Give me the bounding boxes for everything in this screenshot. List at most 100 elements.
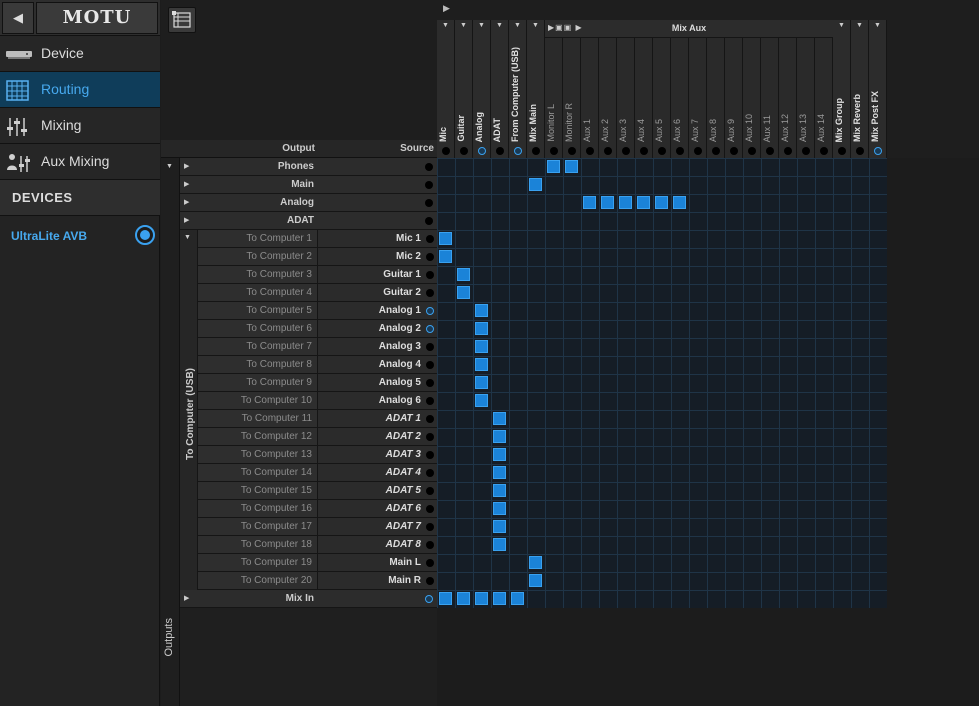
output-group-row[interactable]: ▶ ADAT <box>180 212 437 230</box>
source-channel-label[interactable]: ADAT 7 <box>318 518 437 535</box>
expand-arrow-icon[interactable]: ▶ <box>184 216 189 224</box>
column-menu-arrow-icon[interactable]: ▼ <box>856 22 863 29</box>
route-cell-active[interactable] <box>583 196 596 209</box>
column-header[interactable]: ▼ Mix Post FX <box>869 20 887 158</box>
source-channel-label[interactable]: ADAT 6 <box>318 500 437 517</box>
channel-row[interactable]: To Computer 17 ADAT 7 <box>198 518 437 536</box>
route-cell-active[interactable] <box>475 322 488 335</box>
source-channel-label[interactable]: Main L <box>318 554 437 571</box>
source-channel-label[interactable]: Main R <box>318 572 437 589</box>
source-channel-label[interactable]: Analog 3 <box>318 338 437 355</box>
output-group-row[interactable]: ▶ Phones <box>180 158 437 176</box>
column-menu-arrow-icon[interactable]: ▼ <box>514 22 521 29</box>
collapse-arrow-icon[interactable]: ▼ <box>166 163 173 170</box>
route-cell-active[interactable] <box>457 268 470 281</box>
channel-row[interactable]: To Computer 11 ADAT 1 <box>198 410 437 428</box>
route-cell-active[interactable] <box>565 160 578 173</box>
route-cell-active[interactable] <box>439 232 452 245</box>
route-cell-active[interactable] <box>475 592 488 605</box>
expand-arrow-icon[interactable]: ▶ <box>184 198 189 206</box>
column-header[interactable]: Aux 5 <box>653 38 671 158</box>
source-channel-label[interactable]: ADAT 1 <box>318 410 437 427</box>
column-header[interactable]: ▼ Mix Group <box>833 20 851 158</box>
channel-row[interactable]: To Computer 3 Guitar 1 <box>198 266 437 284</box>
column-header[interactable]: Aux 14 <box>815 38 833 158</box>
channel-row[interactable]: To Computer 19 Main L <box>198 554 437 572</box>
expand-arrow-icon[interactable]: ▶ <box>184 162 189 170</box>
source-channel-label[interactable]: ADAT 5 <box>318 482 437 499</box>
source-channel-label[interactable]: ADAT 8 <box>318 536 437 553</box>
source-channel-label[interactable]: Analog 5 <box>318 374 437 391</box>
route-cell-active[interactable] <box>475 340 488 353</box>
channel-row[interactable]: To Computer 5 Analog 1 <box>198 302 437 320</box>
mix-in-row[interactable]: ▶ Mix In <box>180 590 437 608</box>
column-header[interactable]: ▼ Mic <box>437 20 455 158</box>
column-header[interactable]: ▼ Guitar <box>455 20 473 158</box>
route-cell-active[interactable] <box>493 430 506 443</box>
channel-row[interactable]: To Computer 9 Analog 5 <box>198 374 437 392</box>
route-cell-active[interactable] <box>529 574 542 587</box>
channel-row[interactable]: To Computer 15 ADAT 5 <box>198 482 437 500</box>
route-cell-active[interactable] <box>493 520 506 533</box>
route-cell-active[interactable] <box>673 196 686 209</box>
route-cell-active[interactable] <box>511 592 524 605</box>
routing-view-button[interactable] <box>168 7 196 33</box>
column-menu-arrow-icon[interactable]: ▼ <box>496 22 503 29</box>
column-menu-arrow-icon[interactable]: ▼ <box>532 22 539 29</box>
column-header[interactable]: Aux 7 <box>689 38 707 158</box>
column-header[interactable]: Aux 10 <box>743 38 761 158</box>
channel-row[interactable]: To Computer 6 Analog 2 <box>198 320 437 338</box>
source-channel-label[interactable]: Analog 2 <box>318 320 437 337</box>
collapse-arrow-icon[interactable]: ▼ <box>184 234 191 241</box>
column-header[interactable]: Aux 2 <box>599 38 617 158</box>
column-header[interactable]: Aux 12 <box>779 38 797 158</box>
channel-row[interactable]: To Computer 7 Analog 3 <box>198 338 437 356</box>
route-cell-active[interactable] <box>493 592 506 605</box>
column-header[interactable]: Aux 3 <box>617 38 635 158</box>
output-group-row[interactable]: ▶ Analog <box>180 194 437 212</box>
routing-matrix[interactable] <box>437 158 887 608</box>
source-channel-label[interactable]: ADAT 3 <box>318 446 437 463</box>
nav-aux-mixing[interactable]: Aux Mixing <box>0 144 160 180</box>
column-header[interactable]: Aux 1 <box>581 38 599 158</box>
column-header[interactable]: Aux 11 <box>761 38 779 158</box>
nav-device[interactable]: Device <box>0 36 160 72</box>
column-header[interactable]: ▼ Analog <box>473 20 491 158</box>
route-cell-active[interactable] <box>493 412 506 425</box>
route-cell-active[interactable] <box>619 196 632 209</box>
source-channel-label[interactable]: Analog 1 <box>318 302 437 319</box>
expand-arrow-icon[interactable]: ▶ <box>184 180 189 188</box>
expand-arrow-icon[interactable]: ▶ <box>184 594 189 602</box>
channel-row[interactable]: To Computer 8 Analog 4 <box>198 356 437 374</box>
route-cell-active[interactable] <box>493 538 506 551</box>
route-cell-active[interactable] <box>475 376 488 389</box>
column-header[interactable]: ▼ Mix Main <box>527 20 545 158</box>
route-cell-active[interactable] <box>475 304 488 317</box>
channel-row[interactable]: To Computer 13 ADAT 3 <box>198 446 437 464</box>
route-cell-active[interactable] <box>475 358 488 371</box>
source-channel-label[interactable]: Analog 6 <box>318 392 437 409</box>
column-header[interactable]: ▼ ADAT <box>491 20 509 158</box>
column-menu-arrow-icon[interactable]: ▼ <box>460 22 467 29</box>
source-channel-label[interactable]: Analog 4 <box>318 356 437 373</box>
route-cell-active[interactable] <box>547 160 560 173</box>
route-cell-active[interactable] <box>493 484 506 497</box>
source-channel-label[interactable]: Mic 1 <box>318 230 437 247</box>
source-channel-label[interactable]: Guitar 2 <box>318 284 437 301</box>
column-header[interactable]: ▼ From Computer (USB) <box>509 20 527 158</box>
column-header[interactable]: Monitor R <box>563 38 581 158</box>
route-cell-active[interactable] <box>493 448 506 461</box>
channel-row[interactable]: To Computer 12 ADAT 2 <box>198 428 437 446</box>
route-cell-active[interactable] <box>439 592 452 605</box>
column-header[interactable]: Aux 9 <box>725 38 743 158</box>
column-header[interactable]: Aux 8 <box>707 38 725 158</box>
route-cell-active[interactable] <box>655 196 668 209</box>
channel-row[interactable]: To Computer 16 ADAT 6 <box>198 500 437 518</box>
column-menu-arrow-icon[interactable]: ▼ <box>442 22 449 29</box>
nav-routing[interactable]: Routing <box>0 72 160 108</box>
channel-row[interactable]: To Computer 1 Mic 1 <box>198 230 437 248</box>
nav-mixing[interactable]: Mixing <box>0 108 160 144</box>
route-cell-active[interactable] <box>439 250 452 263</box>
route-cell-active[interactable] <box>601 196 614 209</box>
channel-row[interactable]: To Computer 18 ADAT 8 <box>198 536 437 554</box>
